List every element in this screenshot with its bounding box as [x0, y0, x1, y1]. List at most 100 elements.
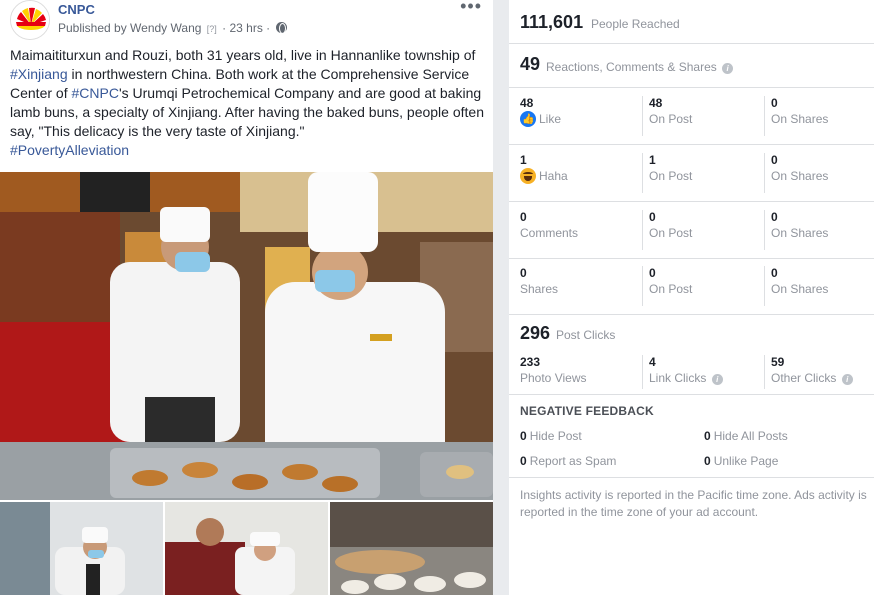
hide-post-label: Hide Post: [529, 429, 582, 443]
on-shares-label: On Shares: [771, 226, 829, 240]
like-label: Like: [539, 112, 562, 126]
on-post-label: On Post: [649, 169, 693, 183]
thumbnail-image: [0, 502, 163, 595]
thumbnail-photo-3[interactable]: [330, 502, 493, 595]
thumbnail-image: [330, 502, 493, 595]
shares-cell: 0 Shares: [520, 266, 640, 306]
comments-on-shares-count: 0: [771, 210, 778, 224]
hide-post-count: 0: [520, 429, 527, 443]
on-post-label: On Post: [649, 282, 693, 296]
other-clicks-count: 59: [771, 355, 785, 369]
comments-on-post-count: 0: [649, 210, 656, 224]
on-post-label: On Post: [649, 226, 693, 240]
comments-label: Comments: [520, 226, 579, 240]
haha-on-shares-cell: 0 On Shares: [764, 153, 874, 193]
post-clicks-label: Post Clicks: [556, 328, 616, 342]
on-post-label: On Post: [649, 112, 693, 126]
insights-footer-note: Insights activity is reported in the Pac…: [520, 488, 867, 519]
hashtag-cnpc[interactable]: #CNPC: [71, 85, 118, 101]
haha-on-shares-count: 0: [771, 153, 778, 167]
info-icon[interactable]: i: [841, 374, 853, 385]
more-options-icon[interactable]: •••: [460, 0, 482, 17]
page-avatar[interactable]: [10, 0, 50, 40]
main-photo[interactable]: [0, 172, 493, 500]
post-card: CNPC Published by Wendy Wang [?] · 23 hr…: [0, 0, 493, 595]
hashtag-poverty[interactable]: #PovertyAlleviation: [10, 142, 129, 158]
reactions-label-text: Reactions, Comments & Shares: [546, 60, 717, 74]
shares-row: 0 Shares 0 On Post 0 On Shares: [509, 258, 874, 315]
on-shares-label: On Shares: [771, 282, 829, 296]
like-icon: [520, 111, 536, 128]
unlike-label: Unlike Page: [713, 454, 779, 468]
hide-all-label: Hide All Posts: [713, 429, 788, 443]
comments-cell: 0 Comments: [520, 210, 640, 250]
help-marker[interactable]: [?]: [207, 24, 217, 34]
link-clicks-label: Link Clicks: [649, 371, 707, 385]
post-text: Maimaititurxun and Rouzi, both 31 years …: [10, 46, 486, 160]
shares-count: 0: [520, 266, 527, 280]
comments-on-post-cell: 0 On Post: [642, 210, 762, 250]
shares-label: Shares: [520, 282, 559, 296]
hide-post-stat: 0 Hide Post: [520, 429, 582, 443]
post-clicks-section: 296 Post Clicks 233 Photo Views 4 Link C…: [509, 313, 874, 395]
people-reached-label: People Reached: [591, 17, 680, 31]
reactions-section: 49 Reactions, Comments & Shares i: [509, 44, 874, 88]
shares-on-post-count: 0: [649, 266, 656, 280]
post-header: CNPC Published by Wendy Wang [?] · 23 hr…: [10, 0, 490, 42]
like-on-post-cell: 48 On Post: [642, 96, 762, 136]
page-name-link[interactable]: CNPC: [58, 2, 95, 17]
haha-icon: [520, 168, 536, 184]
post-time[interactable]: 23 hrs: [229, 21, 262, 35]
shares-on-post-cell: 0 On Post: [642, 266, 762, 306]
on-shares-label: On Shares: [771, 112, 829, 126]
post-clicks-count: 296: [520, 323, 551, 343]
shares-on-shares-cell: 0 On Shares: [764, 266, 874, 306]
reactions-count: 49: [520, 54, 541, 74]
spam-label: Report as Spam: [529, 454, 617, 468]
spam-count: 0: [520, 454, 527, 468]
other-clicks-label: Other Clicks: [771, 371, 837, 385]
negative-feedback-title: NEGATIVE FEEDBACK: [520, 404, 654, 418]
published-by[interactable]: Published by Wendy Wang: [58, 21, 201, 35]
photo-views-label: Photo Views: [520, 371, 587, 385]
comments-count: 0: [520, 210, 527, 224]
shares-on-shares-count: 0: [771, 266, 778, 280]
reactions-label: Reactions, Comments & Shares i: [546, 60, 734, 74]
other-clicks-cell: 59 Other Clicks i: [764, 355, 874, 389]
report-spam-stat: 0 Report as Spam: [520, 454, 616, 468]
photo-views-cell: 233 Photo Views: [520, 355, 640, 389]
haha-label: Haha: [539, 169, 568, 183]
unlike-page-stat: 0 Unlike Page: [704, 454, 778, 468]
hide-all-posts-stat: 0 Hide All Posts: [704, 429, 788, 443]
thumbnail-photo-1[interactable]: [0, 502, 163, 595]
haha-row: 1 Haha 1 On Post 0 On Shares: [509, 145, 874, 202]
hashtag-xinjiang[interactable]: #Xinjiang: [10, 66, 68, 82]
info-icon[interactable]: i: [722, 63, 734, 74]
like-count: 48: [520, 96, 534, 110]
on-shares-label: On Shares: [771, 169, 829, 183]
post-text-part: Maimaititurxun and Rouzi, both 31 years …: [10, 47, 476, 63]
link-clicks-cell: 4 Link Clicks i: [642, 355, 762, 389]
unlike-count: 0: [704, 454, 711, 468]
globe-icon: [275, 22, 287, 34]
insights-panel: 111,601 People Reached 49 Reactions, Com…: [509, 0, 874, 595]
cnpc-logo-icon: [11, 1, 49, 39]
comments-on-shares-cell: 0 On Shares: [764, 210, 874, 250]
separator: ·: [222, 21, 227, 35]
negative-feedback-section: NEGATIVE FEEDBACK 0 Hide Post 0 Hide All P…: [509, 395, 874, 478]
chefs-photo: [0, 172, 493, 500]
haha-on-post-count: 1: [649, 153, 656, 167]
haha-cell: 1 Haha: [520, 153, 640, 193]
info-icon[interactable]: i: [711, 374, 723, 385]
thumbnail-photo-2[interactable]: [165, 502, 328, 595]
haha-on-post-cell: 1 On Post: [642, 153, 762, 193]
people-reached-count: 111,601: [520, 12, 584, 32]
photo-views-count: 233: [520, 355, 541, 369]
thumbnail-image: [165, 502, 328, 595]
link-clicks-count: 4: [649, 355, 656, 369]
post-meta: Published by Wendy Wang [?] · 23 hrs ·: [58, 21, 287, 35]
like-on-post-count: 48: [649, 96, 663, 110]
comments-row: 0 Comments 0 On Post 0 On Shares: [509, 202, 874, 259]
haha-count: 1: [520, 153, 527, 167]
like-on-shares-count: 0: [771, 96, 778, 110]
